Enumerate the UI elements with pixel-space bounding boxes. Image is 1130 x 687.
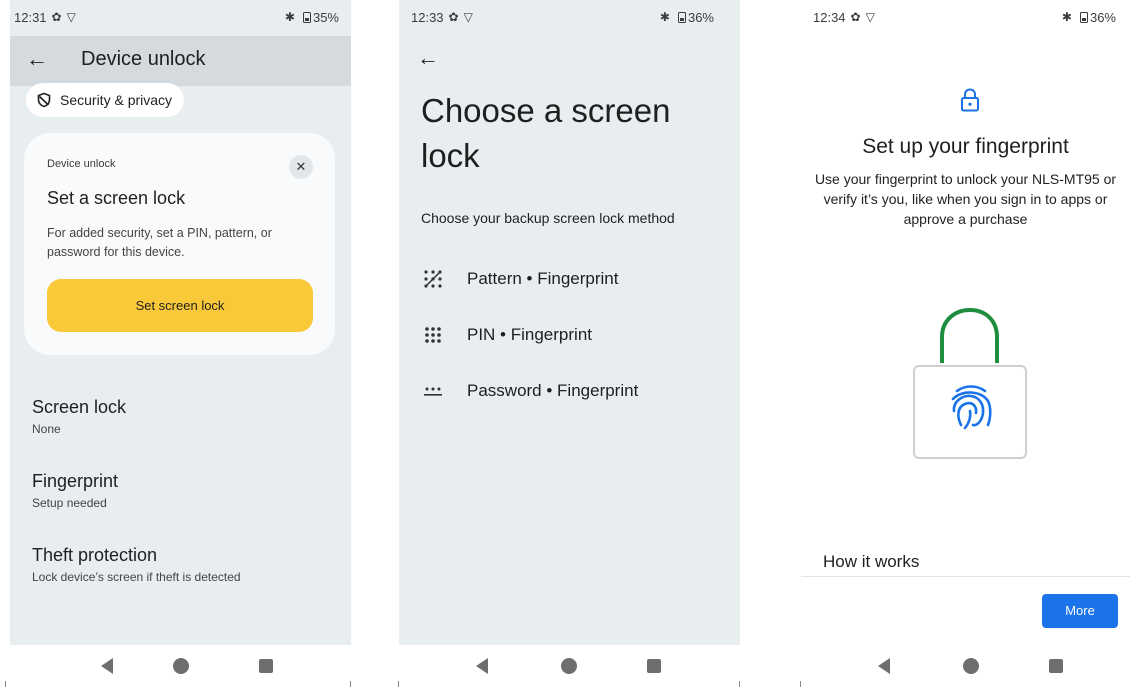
option-pin[interactable]: PIN • Fingerprint xyxy=(421,325,592,345)
setting-subtitle: Lock device’s screen if theft is detecte… xyxy=(32,570,241,584)
card-description: For added security, set a PIN, pattern, … xyxy=(47,226,272,259)
more-button[interactable]: More xyxy=(1042,594,1118,628)
close-icon[interactable]: ✕ xyxy=(289,155,313,179)
vpn-shield-icon: ▽ xyxy=(463,10,473,24)
pin-icon xyxy=(425,327,441,343)
separator-tick xyxy=(800,681,801,687)
status-bar: 12:33 ✿ ▽ ✱ 36% xyxy=(399,0,740,36)
nav-recents-icon[interactable] xyxy=(647,659,661,673)
back-arrow-icon[interactable]: ← xyxy=(26,48,48,70)
page-title: Choose a screen lock xyxy=(421,92,671,174)
battery-icon xyxy=(302,12,311,23)
nav-home-icon[interactable] xyxy=(173,658,189,674)
status-time: 12:33 xyxy=(411,10,444,25)
nav-back-icon[interactable] xyxy=(476,658,488,674)
status-bar: 12:34 ✿ ▽ ✱ 36% xyxy=(801,0,1130,36)
back-arrow-icon[interactable]: ← xyxy=(417,47,439,69)
navigation-bar xyxy=(10,645,351,687)
card-eyebrow: Device unlock xyxy=(47,158,116,170)
separator-tick xyxy=(398,681,399,687)
setting-title: Screen lock xyxy=(32,397,127,417)
gear-icon: ✿ xyxy=(850,10,861,24)
set-screen-lock-button[interactable]: Set screen lock xyxy=(47,279,313,332)
status-bar: 12:31 ✿ ▽ ✱ 35% xyxy=(10,0,351,36)
navigation-bar xyxy=(399,645,740,687)
setting-subtitle: None xyxy=(32,422,61,436)
battery-level: 36% xyxy=(687,10,714,25)
battery-level: 36% xyxy=(1089,10,1116,25)
option-label: Pattern • Fingerprint xyxy=(467,269,619,288)
status-time: 12:31 xyxy=(14,10,47,25)
fingerprint-setup-screen: 12:34 ✿ ▽ ✱ 36% Set up your fingerprint … xyxy=(801,0,1130,687)
setting-theft-protection[interactable]: Theft protection Lock device’s screen if… xyxy=(32,545,241,584)
device-unlock-screen: 12:31 ✿ ▽ ✱ 35% ← Device unlock Security… xyxy=(10,0,351,687)
setting-title: Fingerprint xyxy=(32,471,119,491)
bluetooth-icon: ✱ xyxy=(659,10,670,24)
nav-back-icon[interactable] xyxy=(101,658,113,674)
gear-icon: ✿ xyxy=(51,10,62,24)
bluetooth-icon: ✱ xyxy=(1061,10,1072,24)
vpn-shield-icon: ▽ xyxy=(865,10,875,24)
page-title: Device unlock xyxy=(81,48,206,70)
setup-card: Device unlock ✕ Set a screen lock For ad… xyxy=(24,133,335,355)
setting-subtitle: Setup needed xyxy=(32,496,107,510)
nav-home-icon[interactable] xyxy=(561,658,577,674)
nav-back-icon[interactable] xyxy=(878,658,890,674)
separator-tick xyxy=(350,681,351,687)
fingerprint-padlock-illustration xyxy=(913,307,1027,459)
password-icon xyxy=(424,387,442,396)
option-label: Password • Fingerprint xyxy=(467,381,639,400)
pattern-icon xyxy=(424,270,442,288)
status-time: 12:34 xyxy=(813,10,846,25)
gear-icon: ✿ xyxy=(448,10,459,24)
setting-title: Theft protection xyxy=(32,545,158,565)
separator-tick xyxy=(5,681,6,687)
bluetooth-icon: ✱ xyxy=(284,10,295,24)
setting-screen-lock[interactable]: Screen lock None xyxy=(32,397,126,436)
app-bar: ← Device unlock xyxy=(10,36,351,86)
chip-label: Security & privacy xyxy=(60,92,173,108)
lock-icon xyxy=(961,88,979,112)
nav-recents-icon[interactable] xyxy=(259,659,273,673)
page-description: Use your fingerprint to unlock your NLS-… xyxy=(814,171,1117,227)
shield-icon xyxy=(37,92,51,108)
how-it-works-heading[interactable]: How it works xyxy=(823,552,919,572)
battery-level: 35% xyxy=(312,10,339,25)
card-title: Set a screen lock xyxy=(47,188,186,208)
option-password[interactable]: Password • Fingerprint xyxy=(421,381,638,401)
setting-fingerprint[interactable]: Fingerprint Setup needed xyxy=(32,471,118,510)
choose-screen-lock-screen: 12:33 ✿ ▽ ✱ 36% ← Choose a screen lock C… xyxy=(399,0,740,687)
vpn-shield-icon: ▽ xyxy=(66,10,76,24)
divider xyxy=(801,576,1130,577)
nav-recents-icon[interactable] xyxy=(1049,659,1063,673)
separator-tick xyxy=(739,681,740,687)
navigation-bar xyxy=(801,645,1130,687)
option-label: PIN • Fingerprint xyxy=(467,325,592,344)
battery-icon xyxy=(677,12,686,23)
page-subtitle: Choose your backup screen lock method xyxy=(421,210,675,226)
breadcrumb-chip[interactable]: Security & privacy xyxy=(26,83,185,117)
page-title: Set up your fingerprint xyxy=(862,135,1069,158)
battery-icon xyxy=(1079,12,1088,23)
nav-home-icon[interactable] xyxy=(963,658,979,674)
option-pattern[interactable]: Pattern • Fingerprint xyxy=(421,269,618,289)
